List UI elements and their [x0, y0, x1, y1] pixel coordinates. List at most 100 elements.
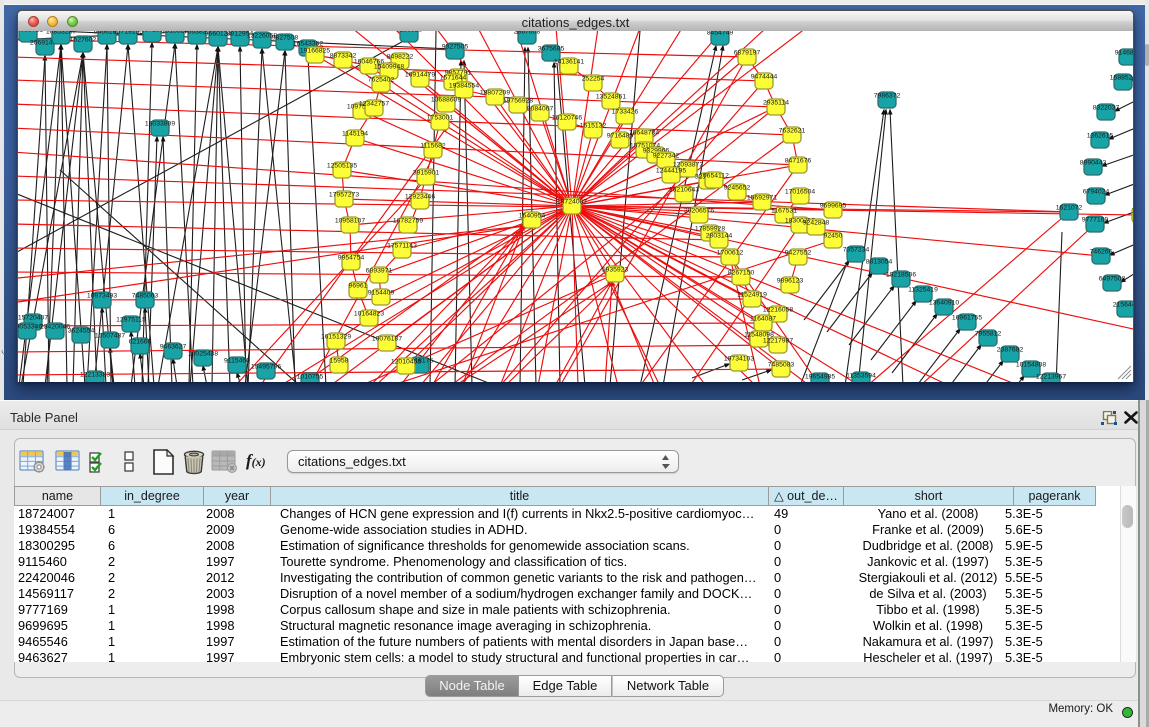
svg-text:15958: 15958: [1132, 208, 1133, 215]
svg-text:6497508: 6497508: [1099, 276, 1126, 283]
svg-text:12975115: 12975115: [116, 317, 146, 324]
svg-text:3675685: 3675685: [538, 46, 565, 53]
svg-text:9896123: 9896123: [777, 278, 804, 285]
svg-text:12444195: 12444195: [656, 168, 686, 175]
svg-text:10164823: 10164823: [354, 311, 384, 318]
svg-text:12342757: 12342757: [359, 101, 389, 108]
svg-text:7357234: 7357234: [843, 247, 870, 254]
svg-text:8498222: 8498222: [387, 54, 414, 61]
svg-text:12216058: 12216058: [763, 307, 793, 314]
svg-text:252254: 252254: [582, 76, 605, 83]
svg-text:2156443: 2156443: [1113, 302, 1133, 309]
svg-text:17957273: 17957273: [329, 192, 359, 199]
svg-text:14055712: 14055712: [18, 31, 43, 34]
svg-text:13640910: 13640910: [929, 300, 959, 307]
svg-text:7955812: 7955812: [975, 331, 1002, 338]
svg-text:10853287: 10853287: [46, 31, 76, 36]
svg-text:2867608: 2867608: [514, 31, 541, 36]
svg-text:18807209: 18807209: [480, 90, 510, 97]
svg-text:19166825: 19166825: [300, 48, 330, 55]
svg-text:17571143: 17571143: [387, 243, 417, 250]
svg-text:7485063: 7485063: [132, 293, 159, 300]
svg-text:621660: 621660: [129, 339, 152, 346]
svg-text:10958107: 10958107: [335, 218, 365, 225]
svg-text:1167531: 1167531: [771, 208, 797, 215]
svg-text:5935923: 5935923: [602, 267, 629, 274]
svg-text:15958: 15958: [330, 358, 349, 365]
svg-text:6794024: 6794024: [1083, 189, 1110, 196]
svg-text:18724007: 18724007: [557, 199, 587, 206]
svg-text:29053346: 29053346: [18, 324, 42, 331]
svg-text:11325419: 11325419: [908, 287, 938, 294]
svg-text:16033809: 16033809: [145, 121, 175, 128]
svg-text:14136141: 14136141: [554, 59, 584, 66]
svg-text:7625402: 7625402: [368, 77, 395, 84]
svg-text:1115682: 1115682: [420, 143, 446, 150]
svg-text:1527602: 1527602: [70, 37, 97, 44]
svg-text:3915901: 3915901: [413, 170, 440, 177]
svg-text:10654112: 10654112: [699, 173, 729, 180]
svg-text:9427552: 9427552: [785, 250, 812, 257]
svg-text:92450: 92450: [824, 233, 843, 240]
svg-text:15409948: 15409948: [374, 64, 404, 71]
svg-text:12213383: 12213383: [80, 372, 110, 379]
svg-text:746266: 746266: [1090, 249, 1113, 256]
svg-text:9327505: 9327505: [442, 44, 469, 51]
svg-text:16961755: 16961755: [952, 315, 982, 322]
svg-text:1588520: 1588520: [1110, 75, 1133, 82]
svg-text:7986372: 7986372: [874, 93, 901, 100]
svg-text:2935114: 2935114: [763, 100, 789, 107]
svg-text:1571644: 1571644: [440, 75, 467, 82]
svg-text:8186328: 8186328: [396, 31, 423, 34]
svg-text:96961: 96961: [349, 283, 368, 290]
svg-text:1700612: 1700612: [717, 250, 744, 257]
svg-text:9084067: 9084067: [527, 106, 554, 113]
svg-text:19756928: 19756928: [503, 98, 533, 105]
svg-text:6879197: 6879197: [734, 50, 761, 57]
svg-text:15720407: 15720407: [18, 315, 48, 322]
svg-text:1010755: 1010755: [297, 374, 324, 381]
svg-text:9227342: 9227342: [653, 153, 680, 160]
svg-text:2803144: 2803144: [706, 233, 733, 240]
svg-text:10973493: 10973493: [87, 293, 117, 300]
svg-text:8873342: 8873342: [330, 53, 357, 60]
svg-text:12213967: 12213967: [1036, 374, 1066, 381]
svg-text:9777169: 9777169: [1082, 217, 1109, 224]
svg-text:9474444: 9474444: [751, 74, 778, 81]
svg-text:16151329: 16151329: [321, 334, 351, 341]
svg-text:9245652: 9245652: [724, 185, 751, 192]
svg-text:17016504: 17016504: [785, 189, 815, 196]
svg-text:6893971: 6893971: [366, 268, 393, 275]
svg-text:7485083: 7485083: [768, 362, 795, 369]
svg-text:1733426: 1733426: [612, 109, 639, 116]
svg-text:10076187: 10076187: [372, 336, 402, 343]
svg-text:1753001: 1753001: [427, 115, 454, 122]
svg-text:9146821: 9146821: [1115, 50, 1133, 57]
svg-text:8322037: 8322037: [1093, 105, 1120, 112]
svg-text:10688609: 10688609: [431, 97, 461, 104]
svg-text:1164087: 1164087: [750, 316, 776, 323]
svg-text:9242848: 9242848: [803, 220, 830, 227]
svg-text:19654985: 19654985: [805, 374, 835, 381]
svg-text:10507487: 10507487: [95, 333, 125, 340]
svg-text:19384554: 19384554: [449, 83, 479, 90]
svg-text:1615132: 1615132: [580, 123, 607, 130]
svg-text:10154808: 10154808: [1016, 362, 1046, 369]
svg-text:1145194: 1145194: [342, 131, 368, 138]
svg-text:12923446: 12923446: [405, 194, 435, 201]
svg-text:9954754: 9954754: [338, 255, 365, 262]
svg-text:15692971: 15692971: [747, 195, 777, 202]
svg-text:8813054: 8813054: [866, 259, 893, 266]
svg-text:1362615: 1362615: [1087, 133, 1114, 140]
svg-text:9115460: 9115460: [224, 358, 250, 365]
svg-text:16120746: 16120746: [552, 115, 582, 122]
svg-text:8267150: 8267150: [728, 270, 755, 277]
svg-text:23420046: 23420046: [40, 324, 70, 331]
svg-text:9699695: 9699695: [820, 203, 847, 210]
svg-text:8454749: 8454749: [707, 31, 734, 37]
svg-text:11353594: 11353594: [846, 373, 876, 380]
svg-text:16782759: 16782759: [393, 218, 423, 225]
svg-text:19218506: 19218506: [886, 272, 916, 279]
svg-text:20206576: 20206576: [684, 208, 714, 215]
svg-text:15495796: 15495796: [251, 364, 281, 371]
